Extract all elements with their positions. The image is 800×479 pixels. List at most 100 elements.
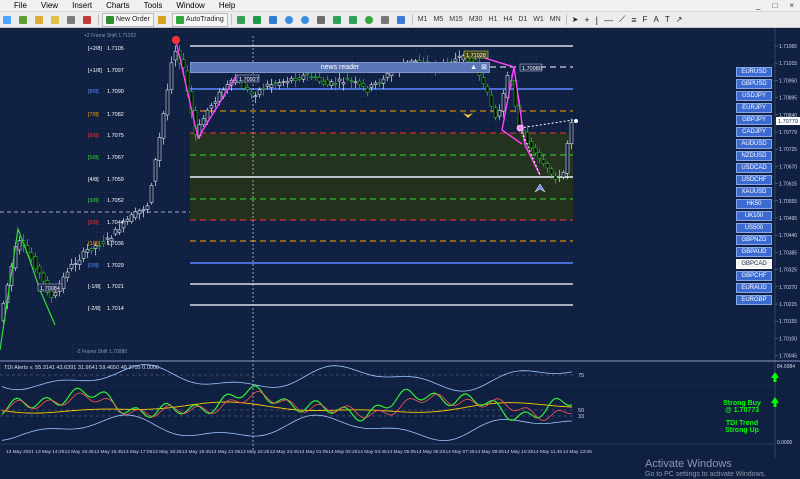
candle-body	[541, 159, 546, 164]
zoom-in-icon[interactable]	[283, 14, 297, 26]
candle-body	[129, 214, 134, 222]
tdi-axis-top: 84.6984	[777, 364, 795, 370]
menu-view[interactable]: View	[34, 0, 65, 11]
close-button[interactable]: ×	[783, 1, 800, 10]
cursor-icon[interactable]: ➤	[570, 14, 581, 26]
timeframe-d1[interactable]: D1	[515, 16, 530, 23]
symbol-button-usdcad[interactable]: USDCAD	[736, 163, 772, 173]
vertical-line-icon[interactable]: |	[594, 14, 600, 26]
timeframe-w1[interactable]: W1	[530, 16, 547, 23]
new-order-button[interactable]: New Order	[102, 12, 154, 27]
periods-icon[interactable]	[379, 14, 393, 26]
symbol-button-audusd[interactable]: AUDUSD	[736, 139, 772, 149]
news-reader-bar[interactable]: news reader ▲ ⊠	[190, 62, 490, 73]
symbol-button-gbpjpy[interactable]: GBPJPY	[736, 115, 772, 125]
symbol-button-gbpnzd[interactable]: GBPNZD	[736, 235, 772, 245]
price-tick-label: 1.70615	[779, 182, 797, 188]
symbol-button-cadjpy[interactable]: CADJPY	[736, 127, 772, 137]
horizontal-line-icon[interactable]: —	[602, 14, 615, 26]
chart-shift-icon[interactable]	[347, 14, 361, 26]
timeframe-m15[interactable]: M15	[446, 16, 466, 23]
chart-window[interactable]: 1.70927 1.71028 1.70980 1.70084 +2 Frame…	[0, 28, 800, 478]
new-chart-icon[interactable]	[1, 14, 15, 26]
terminal-icon[interactable]	[65, 14, 79, 26]
market-watch-icon[interactable]	[33, 14, 47, 26]
timeframe-mn[interactable]: MN	[547, 16, 564, 23]
text-icon[interactable]: A	[651, 14, 660, 26]
templates-icon[interactable]	[395, 14, 409, 26]
profiles-icon[interactable]	[17, 14, 31, 26]
price-tick-label: 1.70440	[779, 233, 797, 239]
murrey-level-price: 1.7036	[107, 241, 124, 247]
candle-body	[537, 152, 542, 159]
symbol-button-uk100[interactable]: UK100	[736, 211, 772, 221]
candlestick-icon[interactable]	[251, 14, 265, 26]
symbol-button-euraud[interactable]: EURAUD	[736, 283, 772, 293]
candle-body	[165, 89, 170, 116]
candle-body	[485, 85, 490, 93]
symbol-button-usdjpy[interactable]: USDJPY	[736, 91, 772, 101]
menu-file[interactable]: File	[0, 0, 34, 11]
timeframe-m1[interactable]: M1	[415, 16, 431, 23]
fibonacci-icon[interactable]: F	[641, 14, 650, 26]
murrey-level-price: 1.7067	[107, 155, 124, 161]
label-icon[interactable]: T	[663, 14, 672, 26]
symbol-button-gbpusd[interactable]: GBPUSD	[736, 79, 772, 89]
candle-body	[353, 81, 358, 84]
timeframe-m5[interactable]: M5	[430, 16, 446, 23]
menu-help[interactable]: Help	[212, 0, 242, 11]
arrow-icon[interactable]: ↗	[674, 14, 685, 26]
bar-chart-icon[interactable]	[235, 14, 249, 26]
symbol-button-eurusd[interactable]: EURUSD	[736, 67, 772, 77]
symbol-button-hk50[interactable]: HK50	[736, 199, 772, 209]
maximize-button[interactable]: □	[766, 1, 783, 10]
time-tick-label: 14 May 06:25	[416, 449, 445, 455]
crosshair-icon[interactable]: +	[582, 14, 591, 26]
timeframe-h4[interactable]: H4	[500, 16, 515, 23]
minimize-button[interactable]: _	[750, 1, 766, 10]
candle-body	[497, 110, 502, 117]
new-order-icon	[106, 15, 114, 24]
menu-insert[interactable]: Insert	[65, 0, 99, 11]
symbol-button-nzdusd[interactable]: NZDUSD	[736, 151, 772, 161]
tdi-axis-bottom: 0.0000	[777, 440, 793, 446]
symbol-button-gbpcad[interactable]: GBPCAD	[736, 259, 772, 269]
candle-body	[549, 168, 554, 175]
time-tick-label: 13 May 18:25	[153, 449, 182, 455]
channel-icon[interactable]: ≡	[629, 14, 638, 26]
tester-icon[interactable]	[81, 14, 95, 26]
collapse-icon[interactable]: ▲	[470, 63, 477, 72]
price-tick-label: 1.70950	[779, 78, 797, 84]
symbol-button-us500[interactable]: US500	[736, 223, 772, 233]
autotrading-label: AutoTrading	[185, 16, 224, 23]
line-chart-icon[interactable]	[267, 14, 281, 26]
indicators-icon[interactable]	[363, 14, 377, 26]
frame-shift-bottom-label: -2 Frame Shift 1.70980	[76, 349, 127, 355]
trendline-icon[interactable]: ⟋	[617, 14, 627, 26]
timeframe-h1[interactable]: H1	[485, 16, 500, 23]
symbol-button-gbpchf[interactable]: GBPCHF	[736, 271, 772, 281]
zoom-out-icon[interactable]	[299, 14, 313, 26]
menu-tools[interactable]: Tools	[137, 0, 170, 11]
symbol-button-eurgbp[interactable]: EURGBP	[736, 295, 772, 305]
timeframe-m30[interactable]: M30	[466, 16, 486, 23]
time-tick-label: 14 May 07:45	[446, 449, 475, 455]
news-close-icon[interactable]: ⊠	[481, 63, 487, 72]
auto-scroll-icon[interactable]	[331, 14, 345, 26]
navigator-icon[interactable]	[49, 14, 63, 26]
price-tick-label: 1.70555	[779, 199, 797, 205]
symbol-button-usdchf[interactable]: USDCHF	[736, 175, 772, 185]
candle-body	[305, 73, 310, 75]
menu-window[interactable]: Window	[169, 0, 211, 11]
candle-body	[533, 147, 538, 154]
symbol-button-eurjpy[interactable]: EURJPY	[736, 103, 772, 113]
symbol-button-xauusd[interactable]: XAUUSD	[736, 187, 772, 197]
autotrading-button[interactable]: AutoTrading	[171, 12, 228, 27]
price-tick-label: 1.70779	[779, 130, 797, 136]
tile-windows-icon[interactable]	[315, 14, 329, 26]
menu-charts[interactable]: Charts	[99, 0, 137, 11]
metaeditor-icon[interactable]	[156, 14, 170, 26]
murrey-level-label: [-2/8]	[88, 306, 101, 312]
time-tick-label: 14 May 03:45	[358, 449, 387, 455]
symbol-button-gbpaud[interactable]: GBPAUD	[736, 247, 772, 257]
